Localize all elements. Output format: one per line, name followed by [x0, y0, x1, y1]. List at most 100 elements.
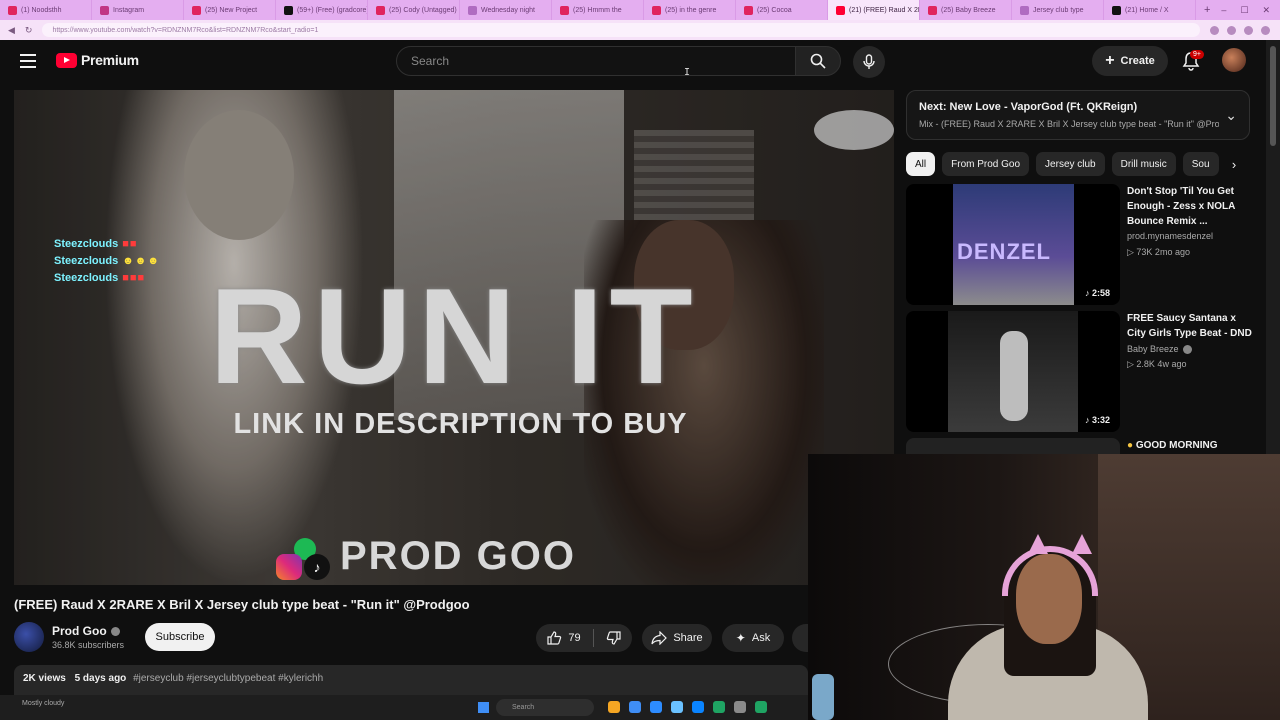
tab-label: (25) Cocoa: [757, 6, 792, 14]
browser-tab[interactable]: Wednesday night: [460, 0, 552, 20]
browser-tab[interactable]: (25) Cody (Untagged): [368, 0, 460, 20]
reload-icon[interactable]: ↻: [25, 25, 33, 36]
recommendation-title[interactable]: FREE Saucy Santana x City Girls Type Bea…: [1127, 311, 1253, 341]
url-field[interactable]: https://www.youtube.com/watch?v=RDNZNM7R…: [42, 23, 1200, 37]
account-avatar[interactable]: [1222, 48, 1246, 72]
verified-icon: [110, 626, 120, 636]
browser-tab[interactable]: (21) (FREE) Raud X 2R: [828, 0, 920, 20]
extension-icon[interactable]: [1227, 25, 1236, 35]
youtube-logo[interactable]: Premium: [56, 52, 139, 68]
extension-icon[interactable]: [1210, 25, 1219, 35]
water-bottle: [812, 674, 834, 720]
filter-chip[interactable]: All: [906, 152, 936, 176]
taskbar-app-icon[interactable]: [755, 701, 767, 713]
stats-text: 2.8K 4w ago: [1136, 359, 1187, 369]
taskbar-app-icon[interactable]: [734, 701, 746, 713]
channel-avatar[interactable]: [14, 622, 44, 652]
video-overlay-title: RUN IT: [209, 260, 699, 412]
screen: (1) Noodsthh Instagram (25) New Project (59…: [0, 0, 1280, 720]
thumbnail-art: [948, 311, 1078, 432]
browser-tab[interactable]: (25) Baby Breeze: [920, 0, 1012, 20]
recommendation-title[interactable]: ● GOOD MORNING: [1127, 440, 1218, 451]
plus-icon: +: [1105, 52, 1115, 69]
instagram-icon: [276, 554, 302, 580]
ask-label: Ask: [751, 632, 771, 644]
taskbar-search[interactable]: Search: [496, 699, 594, 716]
cat-ear-left: [1028, 534, 1048, 554]
taskbar-app-icon[interactable]: [608, 701, 620, 713]
thumbs-down-icon[interactable]: [606, 630, 622, 646]
close-window-button[interactable]: ✕: [1262, 5, 1270, 16]
tab-label: Instagram: [113, 6, 145, 14]
recommendation-thumbnail[interactable]: ♪ 3:32: [906, 311, 1120, 432]
more-actions-button[interactable]: [792, 624, 808, 652]
subscribe-button[interactable]: Subscribe: [145, 623, 215, 651]
cat-ear-right: [1072, 534, 1092, 554]
tab-label: Jersey club type: [1033, 6, 1084, 14]
like-count[interactable]: 79: [568, 632, 580, 644]
tab-favicon-icon: [8, 5, 17, 15]
minimize-button[interactable]: –: [1221, 5, 1226, 15]
browser-tab-bar: (1) Noodsthh Instagram (25) New Project (59…: [0, 0, 1280, 20]
create-button[interactable]: + Create: [1092, 46, 1168, 76]
recommendation-item[interactable]: DENZEL ♪ 2:58 Don't Stop 'Til You Get En…: [906, 184, 1256, 306]
taskbar-app-icon[interactable]: [629, 701, 641, 713]
tiktok-icon: ♪: [304, 554, 330, 580]
chevron-right-icon[interactable]: ›: [1222, 152, 1246, 176]
browser-tab[interactable]: (25) Cocoa: [736, 0, 828, 20]
menu-icon[interactable]: [20, 54, 36, 68]
sparkle-icon: ✦: [735, 631, 746, 645]
browser-tab[interactable]: (21) Home / X: [1104, 0, 1196, 20]
browser-tab[interactable]: (25) Hmmm the: [552, 0, 644, 20]
recommendation-channel[interactable]: prod.mynamesdenzel: [1127, 231, 1213, 241]
recommendation-item-partial[interactable]: ● GOOD MORNING: [906, 438, 1256, 454]
create-label: Create: [1120, 55, 1155, 67]
filter-chip[interactable]: From Prod Goo: [942, 152, 1030, 176]
browser-tab[interactable]: Jersey club type: [1012, 0, 1104, 20]
recommendation-channel[interactable]: Baby Breeze: [1127, 344, 1192, 354]
share-button[interactable]: Share: [642, 624, 712, 652]
weather-widget[interactable]: Mostly cloudy: [22, 700, 64, 707]
new-tab-button[interactable]: +: [1196, 4, 1218, 16]
back-icon[interactable]: ◀: [8, 25, 15, 36]
extension-icon[interactable]: [1244, 25, 1253, 35]
thumbs-up-icon[interactable]: [546, 630, 562, 646]
filter-chip[interactable]: Jersey club: [1036, 152, 1105, 176]
hashtags[interactable]: #jerseyclub #jerseyclubtypebeat #kyleric…: [133, 673, 323, 684]
taskbar-app-icons: [608, 701, 767, 713]
search-button[interactable]: [795, 46, 841, 76]
search-input[interactable]: Search: [396, 46, 796, 76]
upload-age: 5 days ago: [74, 673, 127, 684]
recommendation-stats: ▷ 73K 2mo ago: [1127, 247, 1190, 258]
browser-tab[interactable]: (25) New Project: [184, 0, 276, 20]
browser-tab[interactable]: Instagram: [92, 0, 184, 20]
video-overlay-subtitle: LINK IN DESCRIPTION TO BUY: [233, 408, 688, 440]
browser-tab[interactable]: (59+) (Free) (gradcore): [276, 0, 368, 20]
video-player[interactable]: Steezclouds ■■ Steezclouds ☻☻☻ Steezclouds…: [14, 90, 894, 585]
text-cursor-icon: I: [684, 67, 691, 78]
browser-tab[interactable]: (1) Noodsthh: [0, 0, 92, 20]
scrollbar-thumb[interactable]: [1270, 46, 1276, 146]
recommendation-item[interactable]: ♪ 3:32 FREE Saucy Santana x City Girls T…: [906, 311, 1256, 433]
taskbar-app-icon[interactable]: [713, 701, 725, 713]
up-next-card[interactable]: Next: New Love - VaporGod (Ft. QKReign) …: [906, 90, 1250, 140]
channel-name[interactable]: Prod Goo: [52, 624, 120, 638]
stats-text: 73K 2mo ago: [1136, 247, 1190, 257]
taskbar-app-icon[interactable]: [692, 701, 704, 713]
taskbar-app-icon[interactable]: [671, 701, 683, 713]
recommendation-thumbnail[interactable]: DENZEL ♪ 2:58: [906, 184, 1120, 305]
filter-chip[interactable]: Drill music: [1111, 152, 1176, 176]
browser-tab[interactable]: (25) in the genre: [644, 0, 736, 20]
voice-search-button[interactable]: [853, 46, 885, 78]
filter-chip[interactable]: Sou: [1182, 152, 1219, 176]
chevron-down-icon[interactable]: ⌄: [1225, 107, 1237, 124]
social-icons: ♪: [276, 538, 336, 583]
youtube-header: Premium Search + Create 9+: [0, 40, 1266, 84]
recommendation-thumbnail[interactable]: [906, 438, 1120, 454]
recommendation-title[interactable]: Don't Stop 'Til You Get Enough - Zess x …: [1127, 184, 1253, 229]
taskbar-app-icon[interactable]: [650, 701, 662, 713]
start-menu-icon[interactable]: [478, 702, 489, 713]
profile-icon[interactable]: [1261, 25, 1270, 35]
maximize-button[interactable]: ☐: [1240, 5, 1248, 16]
ask-button[interactable]: ✦ Ask: [722, 624, 784, 652]
